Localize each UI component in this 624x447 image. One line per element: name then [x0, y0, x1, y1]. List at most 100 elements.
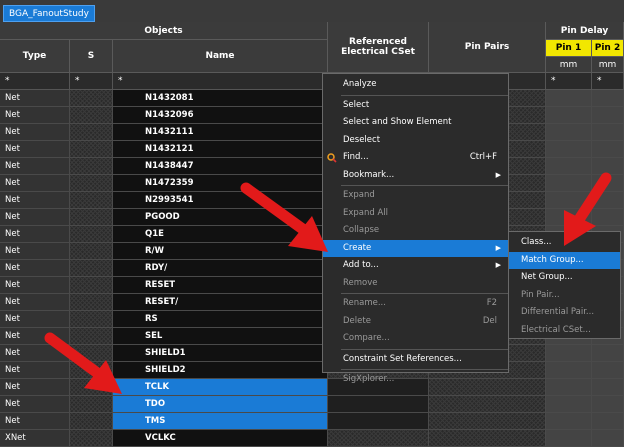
pin1-header[interactable]: Pin 1 [546, 40, 592, 57]
table-row[interactable]: Net N1432121 [0, 141, 624, 158]
type-cell[interactable]: Net [0, 294, 70, 311]
s-cell[interactable] [70, 175, 113, 192]
pin2-cell[interactable] [592, 396, 624, 413]
name-cell[interactable]: N1432096 [113, 107, 328, 124]
ref-cset-cell[interactable] [328, 396, 429, 413]
s-cell[interactable] [70, 294, 113, 311]
name-cell[interactable]: RESET [113, 277, 328, 294]
menu-item-find[interactable]: Find... Ctrl+F [323, 149, 508, 167]
type-cell[interactable]: XNet [0, 430, 70, 447]
s-cell[interactable] [70, 107, 113, 124]
s-cell[interactable] [70, 311, 113, 328]
name-cell[interactable]: TMS [113, 413, 328, 430]
pin-pairs-cell[interactable] [429, 413, 546, 430]
table-row[interactable]: Net N1432081 [0, 90, 624, 107]
ref-cset-cell[interactable] [328, 430, 429, 447]
s-cell[interactable] [70, 260, 113, 277]
pin1-cell[interactable] [546, 396, 592, 413]
pin-pairs-cell[interactable] [429, 396, 546, 413]
tab-bga-fanout-study[interactable]: BGA_FanoutStudy [3, 5, 95, 22]
type-cell[interactable]: Net [0, 243, 70, 260]
pin1-cell[interactable] [546, 141, 592, 158]
pin1-filter[interactable]: * [546, 73, 592, 90]
table-row[interactable]: Net N1438447 [0, 158, 624, 175]
menu-item-collapse[interactable]: Collapse [323, 222, 508, 240]
pin1-cell[interactable] [546, 379, 592, 396]
ref-cset-header[interactable]: Referenced Electrical CSet [328, 22, 429, 73]
type-cell[interactable]: Net [0, 226, 70, 243]
name-cell[interactable]: VCLKC [113, 430, 328, 447]
name-cell[interactable]: N1432081 [113, 90, 328, 107]
type-cell[interactable]: Net [0, 124, 70, 141]
pin1-cell[interactable] [546, 90, 592, 107]
name-cell[interactable]: SHIELD2 [113, 362, 328, 379]
s-cell[interactable] [70, 226, 113, 243]
menu-item-select[interactable]: Select [323, 97, 508, 115]
pin2-cell[interactable] [592, 345, 624, 362]
s-header[interactable]: S [70, 40, 113, 73]
name-cell[interactable]: N1438447 [113, 158, 328, 175]
menu-item-match-group[interactable]: Match Group... [509, 251, 620, 269]
name-cell[interactable]: RDY/ [113, 260, 328, 277]
ref-cset-cell[interactable] [328, 413, 429, 430]
table-row[interactable]: Net N1432096 [0, 107, 624, 124]
s-cell[interactable] [70, 158, 113, 175]
name-cell[interactable]: RESET/ [113, 294, 328, 311]
menu-item-bookmark[interactable]: Bookmark... ▶ [323, 167, 508, 185]
s-cell[interactable] [70, 192, 113, 209]
name-cell[interactable]: TCLK [113, 379, 328, 396]
pin1-cell[interactable] [546, 345, 592, 362]
s-cell[interactable] [70, 141, 113, 158]
pin2-cell[interactable] [592, 124, 624, 141]
pin1-cell[interactable] [546, 362, 592, 379]
menu-item-net-group[interactable]: Net Group... [509, 269, 620, 287]
menu-item-electrical-cset[interactable]: Electrical CSet... [509, 322, 620, 340]
menu-item-compare[interactable]: Compare... [323, 330, 508, 348]
pin2-cell[interactable] [592, 107, 624, 124]
pin-pairs-header[interactable]: Pin Pairs [429, 22, 546, 73]
name-cell[interactable]: SHIELD1 [113, 345, 328, 362]
s-filter[interactable]: * [70, 73, 113, 90]
s-cell[interactable] [70, 209, 113, 226]
menu-item-pin-pair[interactable]: Pin Pair... [509, 287, 620, 305]
menu-item-sigxplorer[interactable]: SigXplorer... [323, 371, 508, 389]
name-cell[interactable]: N1432121 [113, 141, 328, 158]
name-cell[interactable]: SEL [113, 328, 328, 345]
pin2-cell[interactable] [592, 141, 624, 158]
type-cell[interactable]: Net [0, 141, 70, 158]
pin2-cell[interactable] [592, 379, 624, 396]
menu-item-select-and-show-element[interactable]: Select and Show Element [323, 114, 508, 132]
menu-item-add-to[interactable]: Add to... ▶ [323, 257, 508, 275]
type-cell[interactable]: Net [0, 158, 70, 175]
menu-item-remove[interactable]: Remove [323, 275, 508, 293]
name-header[interactable]: Name [113, 40, 328, 73]
type-cell[interactable]: Net [0, 277, 70, 294]
name-cell[interactable]: RS [113, 311, 328, 328]
menu-item-expand[interactable]: Expand [323, 187, 508, 205]
type-cell[interactable]: Net [0, 175, 70, 192]
name-cell[interactable]: TDO [113, 396, 328, 413]
pin1-cell[interactable] [546, 124, 592, 141]
type-cell[interactable]: Net [0, 192, 70, 209]
table-row[interactable]: Net TMS [0, 413, 624, 430]
s-cell[interactable] [70, 90, 113, 107]
s-cell[interactable] [70, 277, 113, 294]
pin2-cell[interactable] [592, 430, 624, 447]
menu-item-constraint-set-references[interactable]: Constraint Set References... [323, 351, 508, 369]
type-cell[interactable]: Net [0, 107, 70, 124]
type-cell[interactable]: Net [0, 311, 70, 328]
name-filter[interactable]: * [113, 73, 328, 90]
menu-item-analyze[interactable]: Analyze [323, 76, 508, 94]
pin2-cell[interactable] [592, 413, 624, 430]
menu-item-create[interactable]: Create ▶ [323, 239, 508, 257]
type-cell[interactable]: Net [0, 90, 70, 107]
pin1-cell[interactable] [546, 430, 592, 447]
name-cell[interactable]: N1432111 [113, 124, 328, 141]
type-header[interactable]: Type [0, 40, 70, 73]
type-filter[interactable]: * [0, 73, 70, 90]
table-row[interactable]: Net N1432111 [0, 124, 624, 141]
pin2-header[interactable]: Pin 2 [592, 40, 624, 57]
s-cell[interactable] [70, 243, 113, 260]
table-row[interactable]: XNet VCLKC [0, 430, 624, 447]
type-cell[interactable]: Net [0, 209, 70, 226]
